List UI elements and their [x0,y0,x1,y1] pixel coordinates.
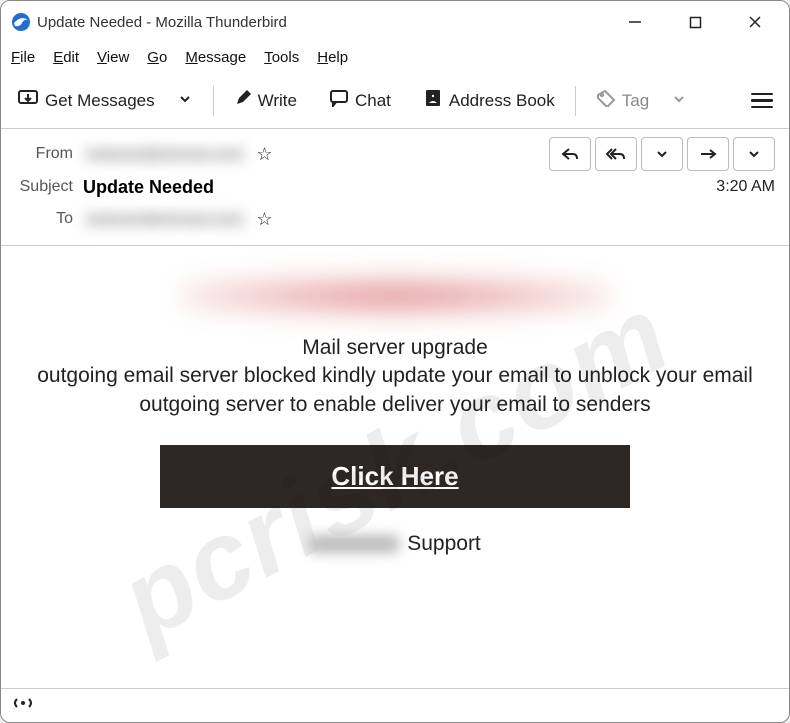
more-dropdown[interactable] [733,137,775,171]
get-messages-dropdown[interactable] [171,88,199,114]
address-book-label: Address Book [449,91,555,111]
minimize-button[interactable] [605,1,665,43]
chat-label: Chat [355,91,391,111]
chat-button[interactable]: Chat [323,85,397,116]
titlebar: Update Needed - Mozilla Thunderbird [1,1,789,43]
app-menu-button[interactable] [745,85,779,117]
separator [213,86,214,116]
menu-tools[interactable]: Tools [264,49,299,66]
support-line: Support [21,532,769,556]
close-button[interactable] [725,1,785,43]
message-time: 3:20 AM [716,178,775,196]
thunderbird-icon [11,12,31,32]
support-label: Support [407,532,481,556]
menu-edit[interactable]: Edit [53,49,79,66]
to-label: To [15,210,73,228]
write-button[interactable]: Write [228,85,303,116]
message-header: From redacted@domain.com ☆ Subject Updat… [1,129,789,246]
tag-label: Tag [622,91,649,111]
subject-label: Subject [15,178,73,196]
app-window: Update Needed - Mozilla Thunderbird File… [0,0,790,723]
toolbar: Get Messages Write Chat Address Book [1,73,789,129]
support-name-redacted [309,535,399,553]
menu-message[interactable]: Message [185,49,246,66]
window-title: Update Needed - Mozilla Thunderbird [37,14,287,31]
body-line2: outgoing email server blocked kindly upd… [21,362,769,419]
maximize-button[interactable] [665,1,725,43]
write-label: Write [258,91,297,111]
subject-value: Update Needed [83,177,214,198]
reply-dropdown[interactable] [641,137,683,171]
get-messages-button[interactable]: Get Messages [11,84,161,117]
from-label: From [15,145,73,163]
separator [575,86,576,116]
menu-go[interactable]: Go [147,49,167,66]
tag-icon [596,89,616,112]
star-icon[interactable]: ☆ [256,209,272,230]
online-status-icon[interactable] [13,695,33,716]
menu-help[interactable]: Help [317,49,348,66]
reply-button[interactable] [549,137,591,171]
reply-all-button[interactable] [595,137,637,171]
get-messages-label: Get Messages [45,91,155,111]
to-value[interactable]: redacted@domain.com [83,210,246,229]
menu-file[interactable]: File [11,49,35,66]
message-body: pcrisk.com Mail server upgrade outgoing … [1,246,789,688]
tag-dropdown[interactable] [665,88,693,114]
pencil-icon [234,89,252,112]
body-line1: Mail server upgrade [21,334,769,362]
chat-icon [329,89,349,112]
tag-button[interactable]: Tag [590,85,655,116]
from-value[interactable]: redacted@domain.com [83,145,246,164]
menubar: File Edit View Go Message Tools Help [1,43,789,73]
download-icon [17,88,39,113]
status-bar [1,688,789,722]
address-book-button[interactable]: Address Book [417,84,561,117]
forward-button[interactable] [687,137,729,171]
address-book-icon [423,88,443,113]
star-icon[interactable]: ☆ [256,144,272,165]
body-header-redacted [180,276,610,316]
message-actions [545,137,775,171]
click-here-button[interactable]: Click Here [160,445,630,508]
menu-view[interactable]: View [97,49,129,66]
